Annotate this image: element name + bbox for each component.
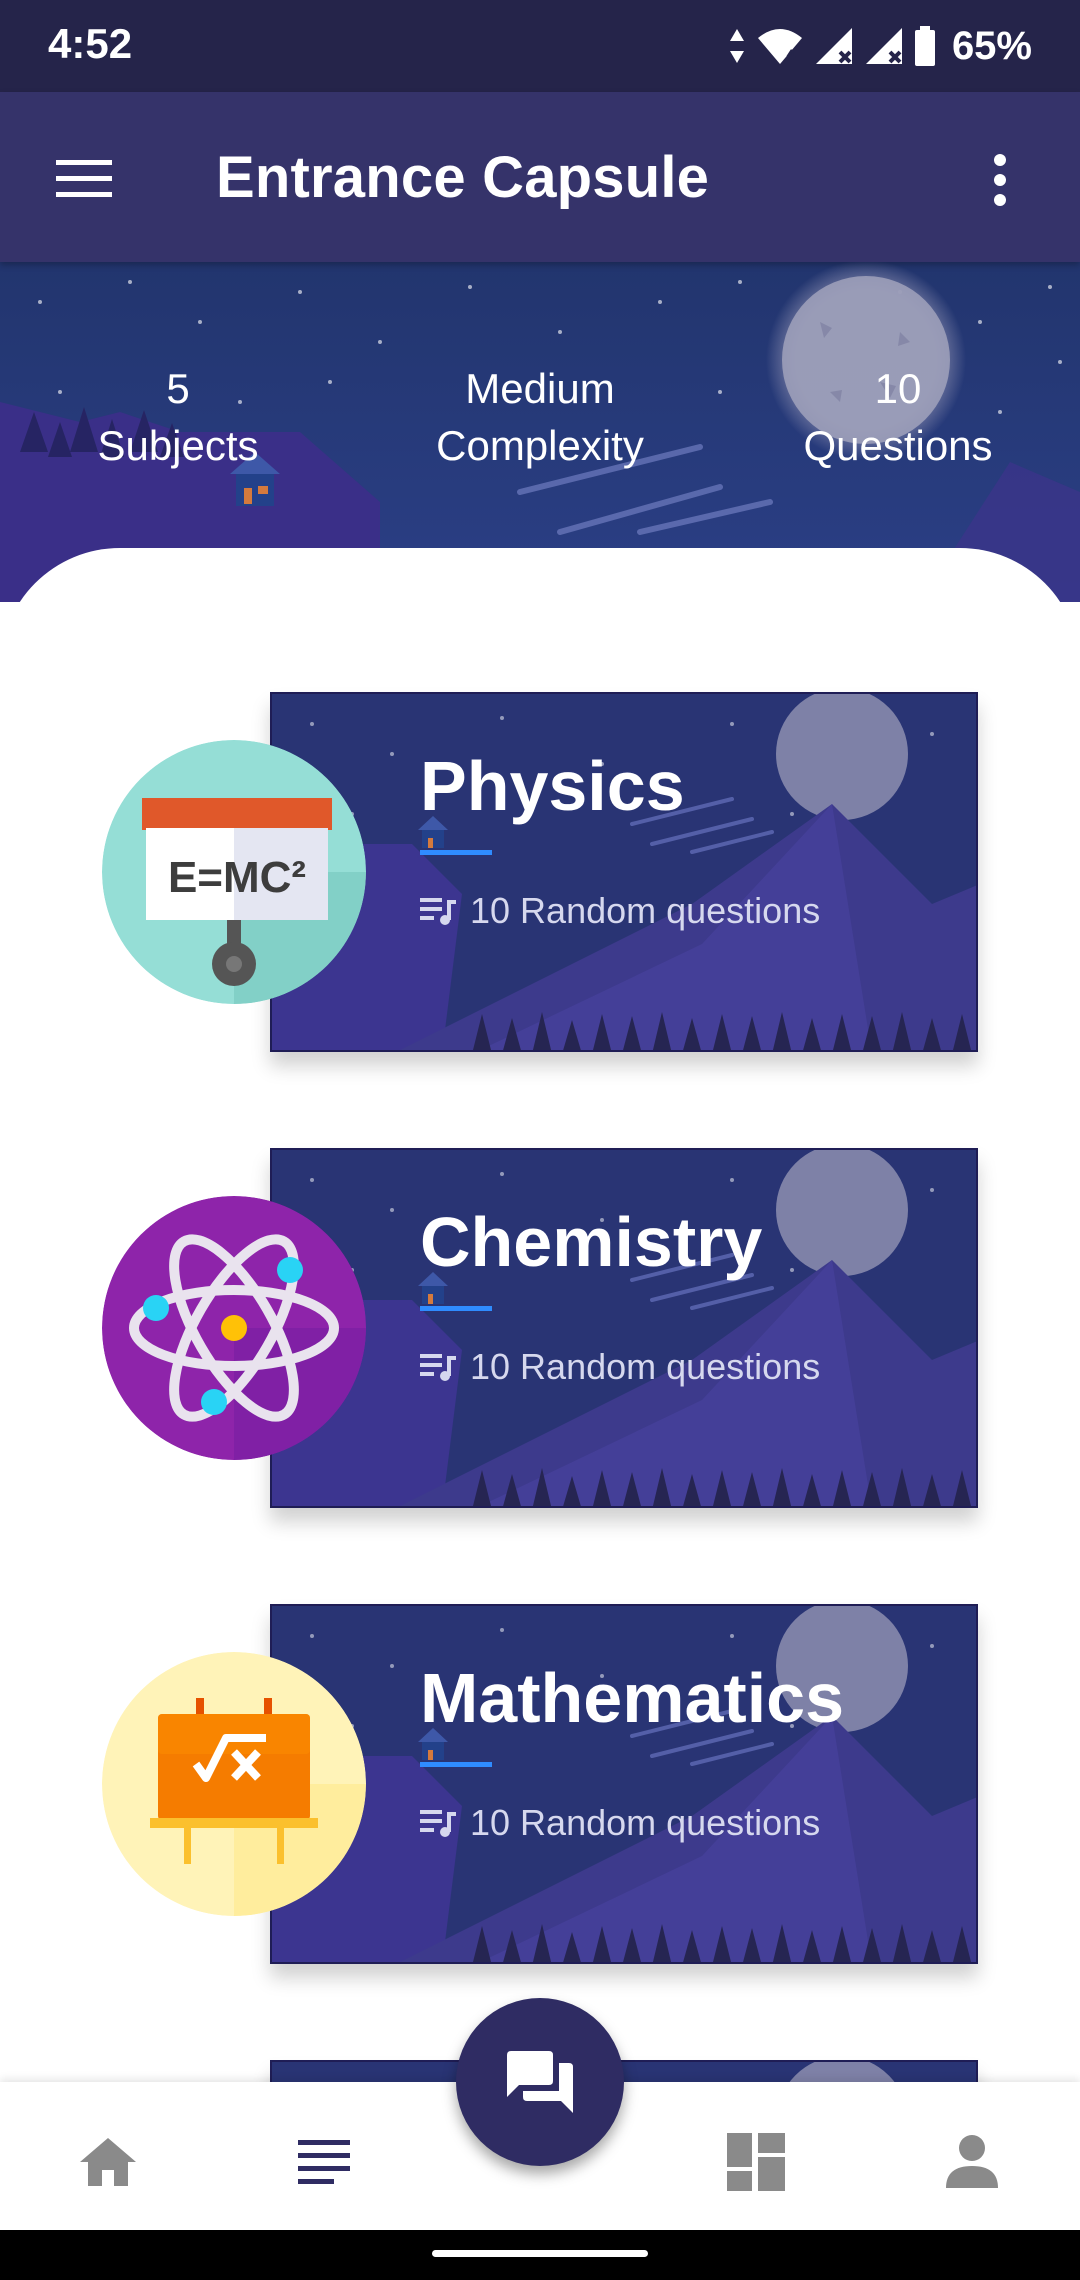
nav-list[interactable] bbox=[284, 2122, 364, 2202]
battery-percent: 65% bbox=[951, 23, 1032, 68]
playlist-icon bbox=[420, 1810, 456, 1837]
nav-home[interactable] bbox=[68, 2122, 148, 2202]
home-icon bbox=[80, 2138, 136, 2186]
subject-card-mathematics[interactable]: Mathematics 10 Random questions bbox=[270, 1604, 978, 1964]
stat-value: 5 bbox=[166, 365, 190, 412]
stat-value: 10 bbox=[874, 365, 922, 412]
subject-subtitle: 10 Random questions bbox=[420, 890, 820, 932]
subtitle-text: 10 Random questions bbox=[470, 890, 821, 931]
status-bar: 4:52 4 65% bbox=[0, 0, 1080, 92]
app-title: Entrance Capsule bbox=[216, 145, 710, 210]
subject-title: Physics bbox=[420, 747, 685, 825]
subject-subtitle: 10 Random questions bbox=[420, 1346, 820, 1388]
subject-card-chemistry[interactable]: Chemistry 10 Random questions bbox=[270, 1148, 978, 1508]
chat-fab-button[interactable] bbox=[456, 1998, 624, 2166]
stat-value: Medium bbox=[465, 365, 615, 412]
chat-icon bbox=[507, 2051, 573, 2113]
subtitle-text: 10 Random questions bbox=[470, 1346, 821, 1387]
list-icon bbox=[298, 2140, 350, 2184]
more-vert-icon bbox=[994, 154, 1006, 206]
stat-questions: 10 Questions bbox=[748, 360, 1048, 474]
subject-title: Mathematics bbox=[420, 1659, 845, 1737]
stat-complexity: Medium Complexity bbox=[390, 360, 690, 474]
subtitle-text: 10 Random questions bbox=[470, 1802, 821, 1843]
atom-icon[interactable] bbox=[102, 1196, 366, 1460]
title-underline bbox=[420, 850, 492, 855]
playlist-icon bbox=[420, 898, 456, 925]
stat-subjects: 5 Subjects bbox=[28, 360, 328, 474]
data-arrows-icon bbox=[729, 29, 744, 63]
svg-text:4: 4 bbox=[786, 48, 796, 64]
stat-label: Questions bbox=[803, 422, 993, 469]
subject-card-physics[interactable]: Physics 10 Random questions bbox=[270, 692, 978, 1052]
math-board-icon[interactable] bbox=[102, 1652, 366, 1916]
dashboard-icon bbox=[727, 2133, 785, 2191]
nav-profile[interactable] bbox=[932, 2122, 1012, 2202]
person-icon bbox=[946, 2135, 998, 2188]
menu-button[interactable] bbox=[44, 138, 124, 218]
wifi-icon: 4 bbox=[757, 29, 802, 64]
more-options-button[interactable] bbox=[960, 140, 1040, 220]
stat-label: Complexity bbox=[436, 422, 644, 469]
playlist-icon bbox=[420, 1354, 456, 1381]
subject-title: Chemistry bbox=[420, 1203, 763, 1281]
stat-label: Subjects bbox=[97, 422, 259, 469]
battery-icon bbox=[914, 26, 935, 66]
physics-emc2-icon[interactable]: E=MC² bbox=[102, 740, 366, 1004]
title-underline bbox=[420, 1762, 492, 1767]
svg-text:E=MC²: E=MC² bbox=[168, 853, 306, 902]
signal-icon bbox=[815, 28, 852, 64]
signal-icon bbox=[865, 28, 902, 64]
nav-dashboard[interactable] bbox=[716, 2122, 796, 2202]
subject-subtitle: 10 Random questions bbox=[420, 1802, 820, 1844]
system-gesture-bar bbox=[0, 2230, 1080, 2280]
home-gesture-handle[interactable] bbox=[432, 2250, 648, 2257]
status-time: 4:52 bbox=[48, 20, 133, 67]
title-underline bbox=[420, 1306, 492, 1311]
app-bar: Entrance Capsule bbox=[0, 92, 1080, 262]
hamburger-menu-icon bbox=[56, 160, 112, 197]
status-icons: 4 65% bbox=[728, 20, 1032, 72]
